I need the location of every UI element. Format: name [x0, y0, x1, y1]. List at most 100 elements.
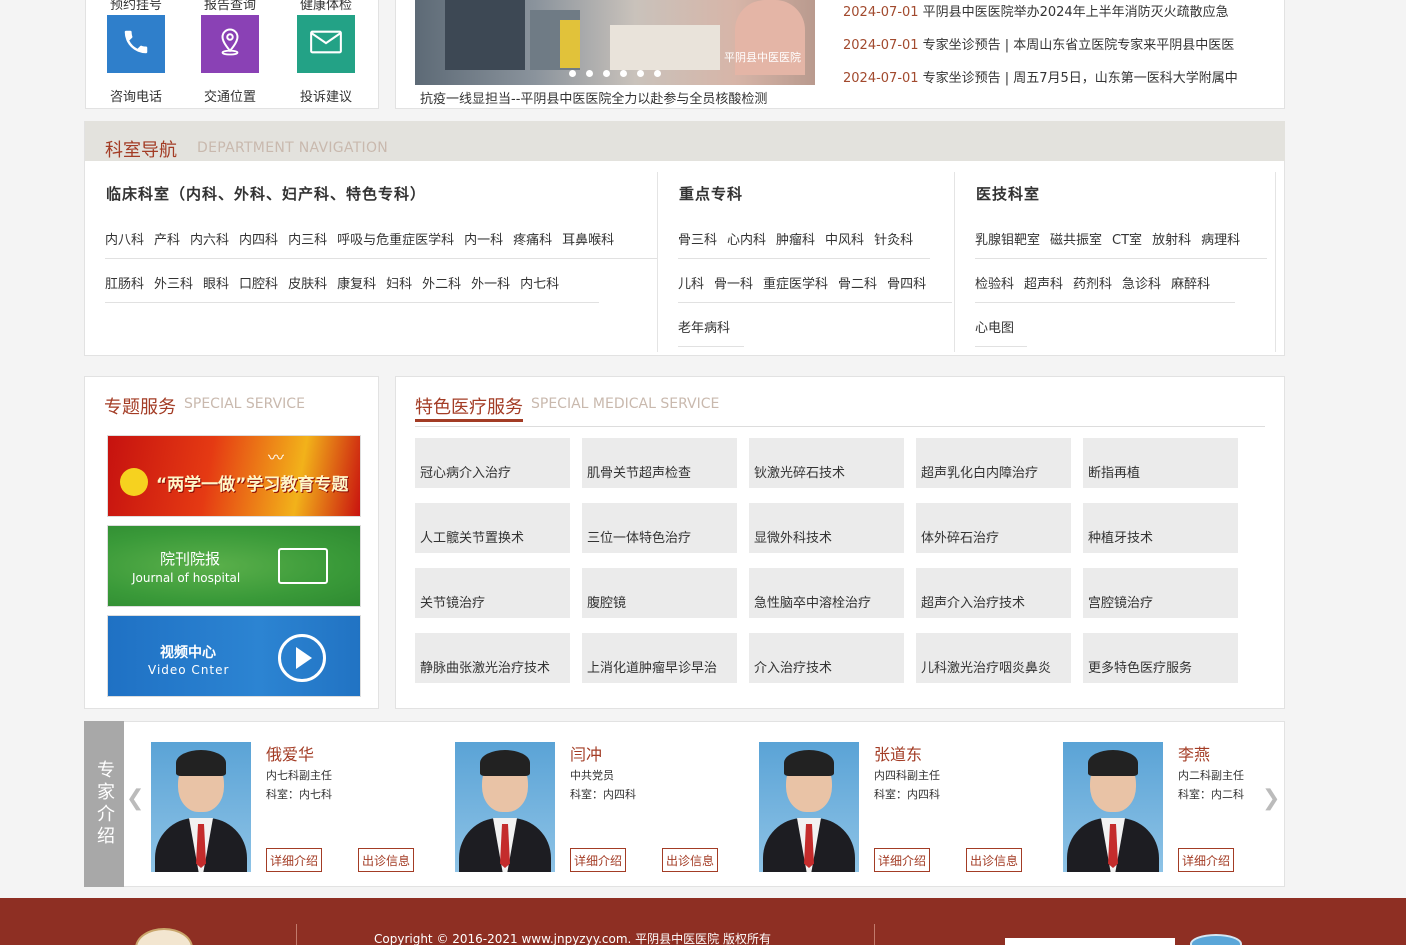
- quick-link-label[interactable]: 咨询电话: [96, 86, 176, 105]
- quick-link-mail-button[interactable]: [297, 15, 355, 73]
- dept-link[interactable]: 磁共振室: [1050, 229, 1102, 258]
- dept-link[interactable]: 内八科: [105, 229, 144, 258]
- medical-service-item[interactable]: 宫腔镜治疗: [1083, 568, 1238, 618]
- dept-link[interactable]: 急诊科: [1122, 273, 1161, 302]
- medical-service-item[interactable]: 更多特色医疗服务: [1083, 633, 1238, 683]
- news-title[interactable]: 专家坐诊预告 | 周五7月5日，山东第一医科大学附属中: [923, 71, 1238, 86]
- expert-photo[interactable]: [455, 742, 555, 872]
- banner-study-topic[interactable]: 〰 “两学一做”学习教育专题: [107, 435, 361, 517]
- dept-link[interactable]: 针灸科: [874, 229, 913, 258]
- dept-link[interactable]: 外三科: [154, 273, 193, 302]
- dept-link[interactable]: 内七科: [520, 273, 559, 302]
- medical-service-item[interactable]: 断指再植: [1083, 438, 1238, 488]
- expert-photo[interactable]: [759, 742, 859, 872]
- expert-detail-button[interactable]: 详细介绍: [874, 848, 931, 872]
- banner-video-center[interactable]: 视频中心 Video Cnter: [107, 615, 361, 697]
- dept-link[interactable]: 皮肤科: [288, 273, 327, 302]
- dept-link[interactable]: 麻醉科: [1171, 273, 1210, 302]
- dept-link[interactable]: 老年病科: [678, 317, 730, 346]
- medical-service-item[interactable]: 超声介入治疗技术: [916, 568, 1071, 618]
- dept-link[interactable]: 外二科: [422, 273, 461, 302]
- dept-link[interactable]: 中风科: [825, 229, 864, 258]
- medical-service-item[interactable]: 体外碎石治疗: [916, 503, 1071, 553]
- expert-detail-button[interactable]: 详细介绍: [266, 848, 323, 872]
- carousel-dots[interactable]: [415, 62, 815, 81]
- banner-journal[interactable]: 院刊院报 Journal of hospital: [107, 525, 361, 607]
- dept-link[interactable]: 内三科: [288, 229, 327, 258]
- dept-link[interactable]: 口腔科: [239, 273, 278, 302]
- dept-link[interactable]: 眼科: [203, 273, 229, 302]
- medical-service-item[interactable]: 儿科激光治疗咽炎鼻炎: [916, 633, 1071, 683]
- dept-link[interactable]: 骨四科: [887, 273, 926, 302]
- medical-service-item[interactable]: 超声乳化白内障治疗: [916, 438, 1071, 488]
- carousel-dot[interactable]: [654, 70, 661, 77]
- quick-link-top-label[interactable]: 健康体检: [286, 0, 366, 13]
- dept-link[interactable]: 疼痛科: [513, 229, 552, 258]
- carousel-caption[interactable]: 抗疫一线显担当--平阴县中医医院全力以赴参与全员核酸检测: [420, 88, 767, 107]
- medical-service-item[interactable]: 三位一体特色治疗: [582, 503, 737, 553]
- medical-service-item[interactable]: 上消化道肿瘤早诊早治: [582, 633, 737, 683]
- carousel-dot[interactable]: [637, 70, 644, 77]
- quick-link-phone-button[interactable]: [107, 15, 165, 73]
- medical-service-item[interactable]: 急性脑卒中溶栓治疗: [749, 568, 904, 618]
- expert-detail-button[interactable]: 详细介绍: [1178, 848, 1235, 872]
- medical-service-item[interactable]: 肌骨关节超声检查: [582, 438, 737, 488]
- dept-link[interactable]: 心内科: [727, 229, 766, 258]
- dept-link[interactable]: 康复科: [337, 273, 376, 302]
- expert-schedule-button[interactable]: 出诊信息: [358, 848, 415, 872]
- carousel-dot[interactable]: [603, 70, 610, 77]
- dept-link[interactable]: 外一科: [471, 273, 510, 302]
- dept-link[interactable]: 骨一科: [714, 273, 753, 302]
- dept-link[interactable]: 内六科: [190, 229, 229, 258]
- medical-service-item[interactable]: 人工髋关节置换术: [415, 503, 570, 553]
- dept-link[interactable]: 放射科: [1152, 229, 1191, 258]
- quick-link-label[interactable]: 投诉建议: [286, 86, 366, 105]
- medical-service-item[interactable]: 介入治疗技术: [749, 633, 904, 683]
- expert-detail-button[interactable]: 详细介绍: [570, 848, 627, 872]
- dept-link[interactable]: 内一科: [464, 229, 503, 258]
- carousel-dot[interactable]: [586, 70, 593, 77]
- medical-service-item[interactable]: 显微外科技术: [749, 503, 904, 553]
- dept-link[interactable]: 内四科: [239, 229, 278, 258]
- chevron-right-icon[interactable]: ❯: [1262, 786, 1280, 811]
- quick-link-top-label[interactable]: 预约挂号: [96, 0, 176, 13]
- news-item[interactable]: 2024-07-01 平阴县中医医院举办2024年上半年消防灭火疏散应急: [843, 1, 1263, 20]
- expert-photo[interactable]: [1063, 742, 1163, 872]
- quick-link-location-button[interactable]: [201, 15, 259, 73]
- carousel-image[interactable]: 平阴县中医医院: [415, 0, 815, 85]
- medical-service-item[interactable]: 钬激光碎石技术: [749, 438, 904, 488]
- dept-link[interactable]: 乳腺钼靶室: [975, 229, 1040, 258]
- dept-link[interactable]: 呼吸与危重症医学科: [337, 229, 454, 258]
- dept-link[interactable]: 妇科: [386, 273, 412, 302]
- dept-link[interactable]: 检验科: [975, 273, 1014, 302]
- medical-service-item[interactable]: 冠心病介入治疗: [415, 438, 570, 488]
- dept-link[interactable]: 肿瘤科: [776, 229, 815, 258]
- dept-link[interactable]: 心电图: [975, 317, 1014, 346]
- news-item[interactable]: 2024-07-01 专家坐诊预告 | 周五7月5日，山东第一医科大学附属中: [843, 67, 1263, 86]
- dept-link[interactable]: 耳鼻喉科: [562, 229, 614, 258]
- quick-link-top-label[interactable]: 报告查询: [190, 0, 270, 13]
- expert-photo[interactable]: [151, 742, 251, 872]
- carousel-dot[interactable]: [620, 70, 627, 77]
- expert-schedule-button[interactable]: 出诊信息: [966, 848, 1023, 872]
- chevron-left-icon[interactable]: ❮: [126, 786, 144, 811]
- expert-name[interactable]: 闫冲: [570, 741, 602, 765]
- dept-link[interactable]: 超声科: [1024, 273, 1063, 302]
- dept-link[interactable]: 骨三科: [678, 229, 717, 258]
- medical-service-item[interactable]: 腹腔镜: [582, 568, 737, 618]
- carousel-dot[interactable]: [569, 70, 576, 77]
- quick-link-label[interactable]: 交通位置: [190, 86, 270, 105]
- expert-name[interactable]: 李燕: [1178, 741, 1210, 765]
- medical-service-item[interactable]: 关节镜治疗: [415, 568, 570, 618]
- dept-link[interactable]: 产科: [154, 229, 180, 258]
- dept-link[interactable]: 肛肠科: [105, 273, 144, 302]
- expert-schedule-button[interactable]: 出诊信息: [662, 848, 719, 872]
- medical-service-item[interactable]: 种植牙技术: [1083, 503, 1238, 553]
- dept-link[interactable]: 骨二科: [838, 273, 877, 302]
- dept-link[interactable]: 儿科: [678, 273, 704, 302]
- news-title[interactable]: 专家坐诊预告 | 本周山东省立医院专家来平阴县中医医: [923, 38, 1235, 53]
- dept-link[interactable]: CT室: [1112, 229, 1142, 258]
- dept-link[interactable]: 重症医学科: [763, 273, 828, 302]
- dept-link[interactable]: 病理科: [1201, 229, 1240, 258]
- news-item[interactable]: 2024-07-01 专家坐诊预告 | 本周山东省立医院专家来平阴县中医医: [843, 34, 1263, 53]
